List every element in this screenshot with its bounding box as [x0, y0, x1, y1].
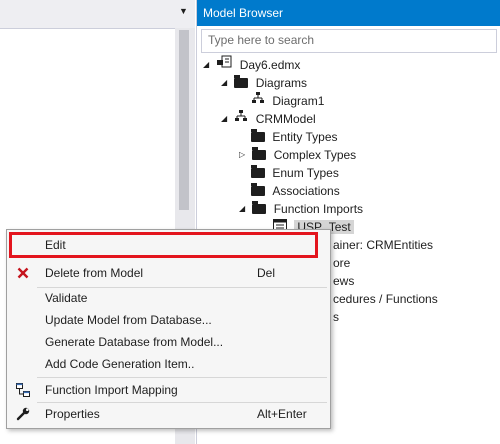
expanded-arrow-icon[interactable]: ◢	[239, 200, 249, 218]
folder-icon	[251, 164, 265, 178]
menu-item-add-code-generation[interactable]: Add Code Generation Item..	[8, 353, 329, 375]
panel-title: Model Browser	[203, 6, 284, 20]
tree-item-store[interactable]: ore	[333, 253, 350, 271]
folder-icon	[234, 74, 249, 88]
tree-item-root[interactable]: ◢ Day6.edmx	[203, 55, 300, 73]
tree-item-complex-types[interactable]: ▷ Complex Types	[239, 145, 356, 163]
context-menu: Edit Delete from Model Del Validate Upda…	[6, 229, 331, 429]
folder-icon	[252, 146, 267, 160]
tree-item-function-imports[interactable]: ◢ Function Imports	[239, 199, 363, 217]
model-icon	[234, 109, 248, 128]
edit-highlight-box	[9, 232, 318, 258]
wrench-icon	[14, 403, 32, 425]
tree-item-entity-types[interactable]: Entity Types	[251, 127, 338, 145]
expanded-arrow-icon[interactable]: ◢	[221, 110, 231, 128]
dropdown-arrow-icon[interactable]: ▼	[179, 6, 188, 16]
diagram-icon	[251, 91, 265, 110]
mapping-icon	[14, 379, 32, 401]
expanded-arrow-icon[interactable]: ◢	[203, 56, 213, 74]
menu-item-delete-from-model[interactable]: Delete from Model Del	[8, 262, 329, 284]
expanded-arrow-icon[interactable]: ◢	[221, 74, 231, 92]
tree-item-diagram1[interactable]: Diagram1	[251, 91, 324, 109]
search-input[interactable]	[202, 30, 494, 50]
scrollbar-thumb[interactable]	[179, 30, 189, 210]
collapsed-arrow-icon[interactable]: ▷	[239, 146, 249, 164]
tree-item-tables[interactable]: s	[333, 307, 339, 325]
tree-item-views[interactable]: ews	[333, 271, 354, 289]
panel-title-bar: Model Browser	[197, 0, 500, 26]
folder-icon	[251, 128, 265, 142]
tree-item-entity-container[interactable]: ainer: CRMEntities	[333, 235, 433, 253]
search-box[interactable]	[201, 29, 497, 53]
editor-toolbar: ▼	[0, 0, 195, 29]
tree-item-enum-types[interactable]: Enum Types	[251, 163, 339, 181]
tree-item-diagrams[interactable]: ◢ Diagrams	[221, 73, 307, 91]
tree-item-associations[interactable]: Associations	[251, 181, 340, 199]
menu-item-update-model[interactable]: Update Model from Database...	[8, 309, 329, 331]
menu-item-properties[interactable]: Properties Alt+Enter	[8, 403, 329, 425]
delete-x-icon	[14, 262, 32, 284]
edmx-file-icon	[216, 55, 232, 74]
folder-icon	[251, 182, 265, 196]
tree-item-crmmodel[interactable]: ◢ CRMModel	[221, 109, 316, 127]
folder-icon	[252, 200, 267, 214]
menu-item-validate[interactable]: Validate	[8, 287, 329, 309]
tree-item-stored-procedures[interactable]: cedures / Functions	[333, 289, 438, 307]
menu-separator	[37, 377, 327, 378]
menu-item-function-import-mapping[interactable]: Function Import Mapping	[8, 379, 329, 401]
menu-item-generate-database[interactable]: Generate Database from Model...	[8, 331, 329, 353]
